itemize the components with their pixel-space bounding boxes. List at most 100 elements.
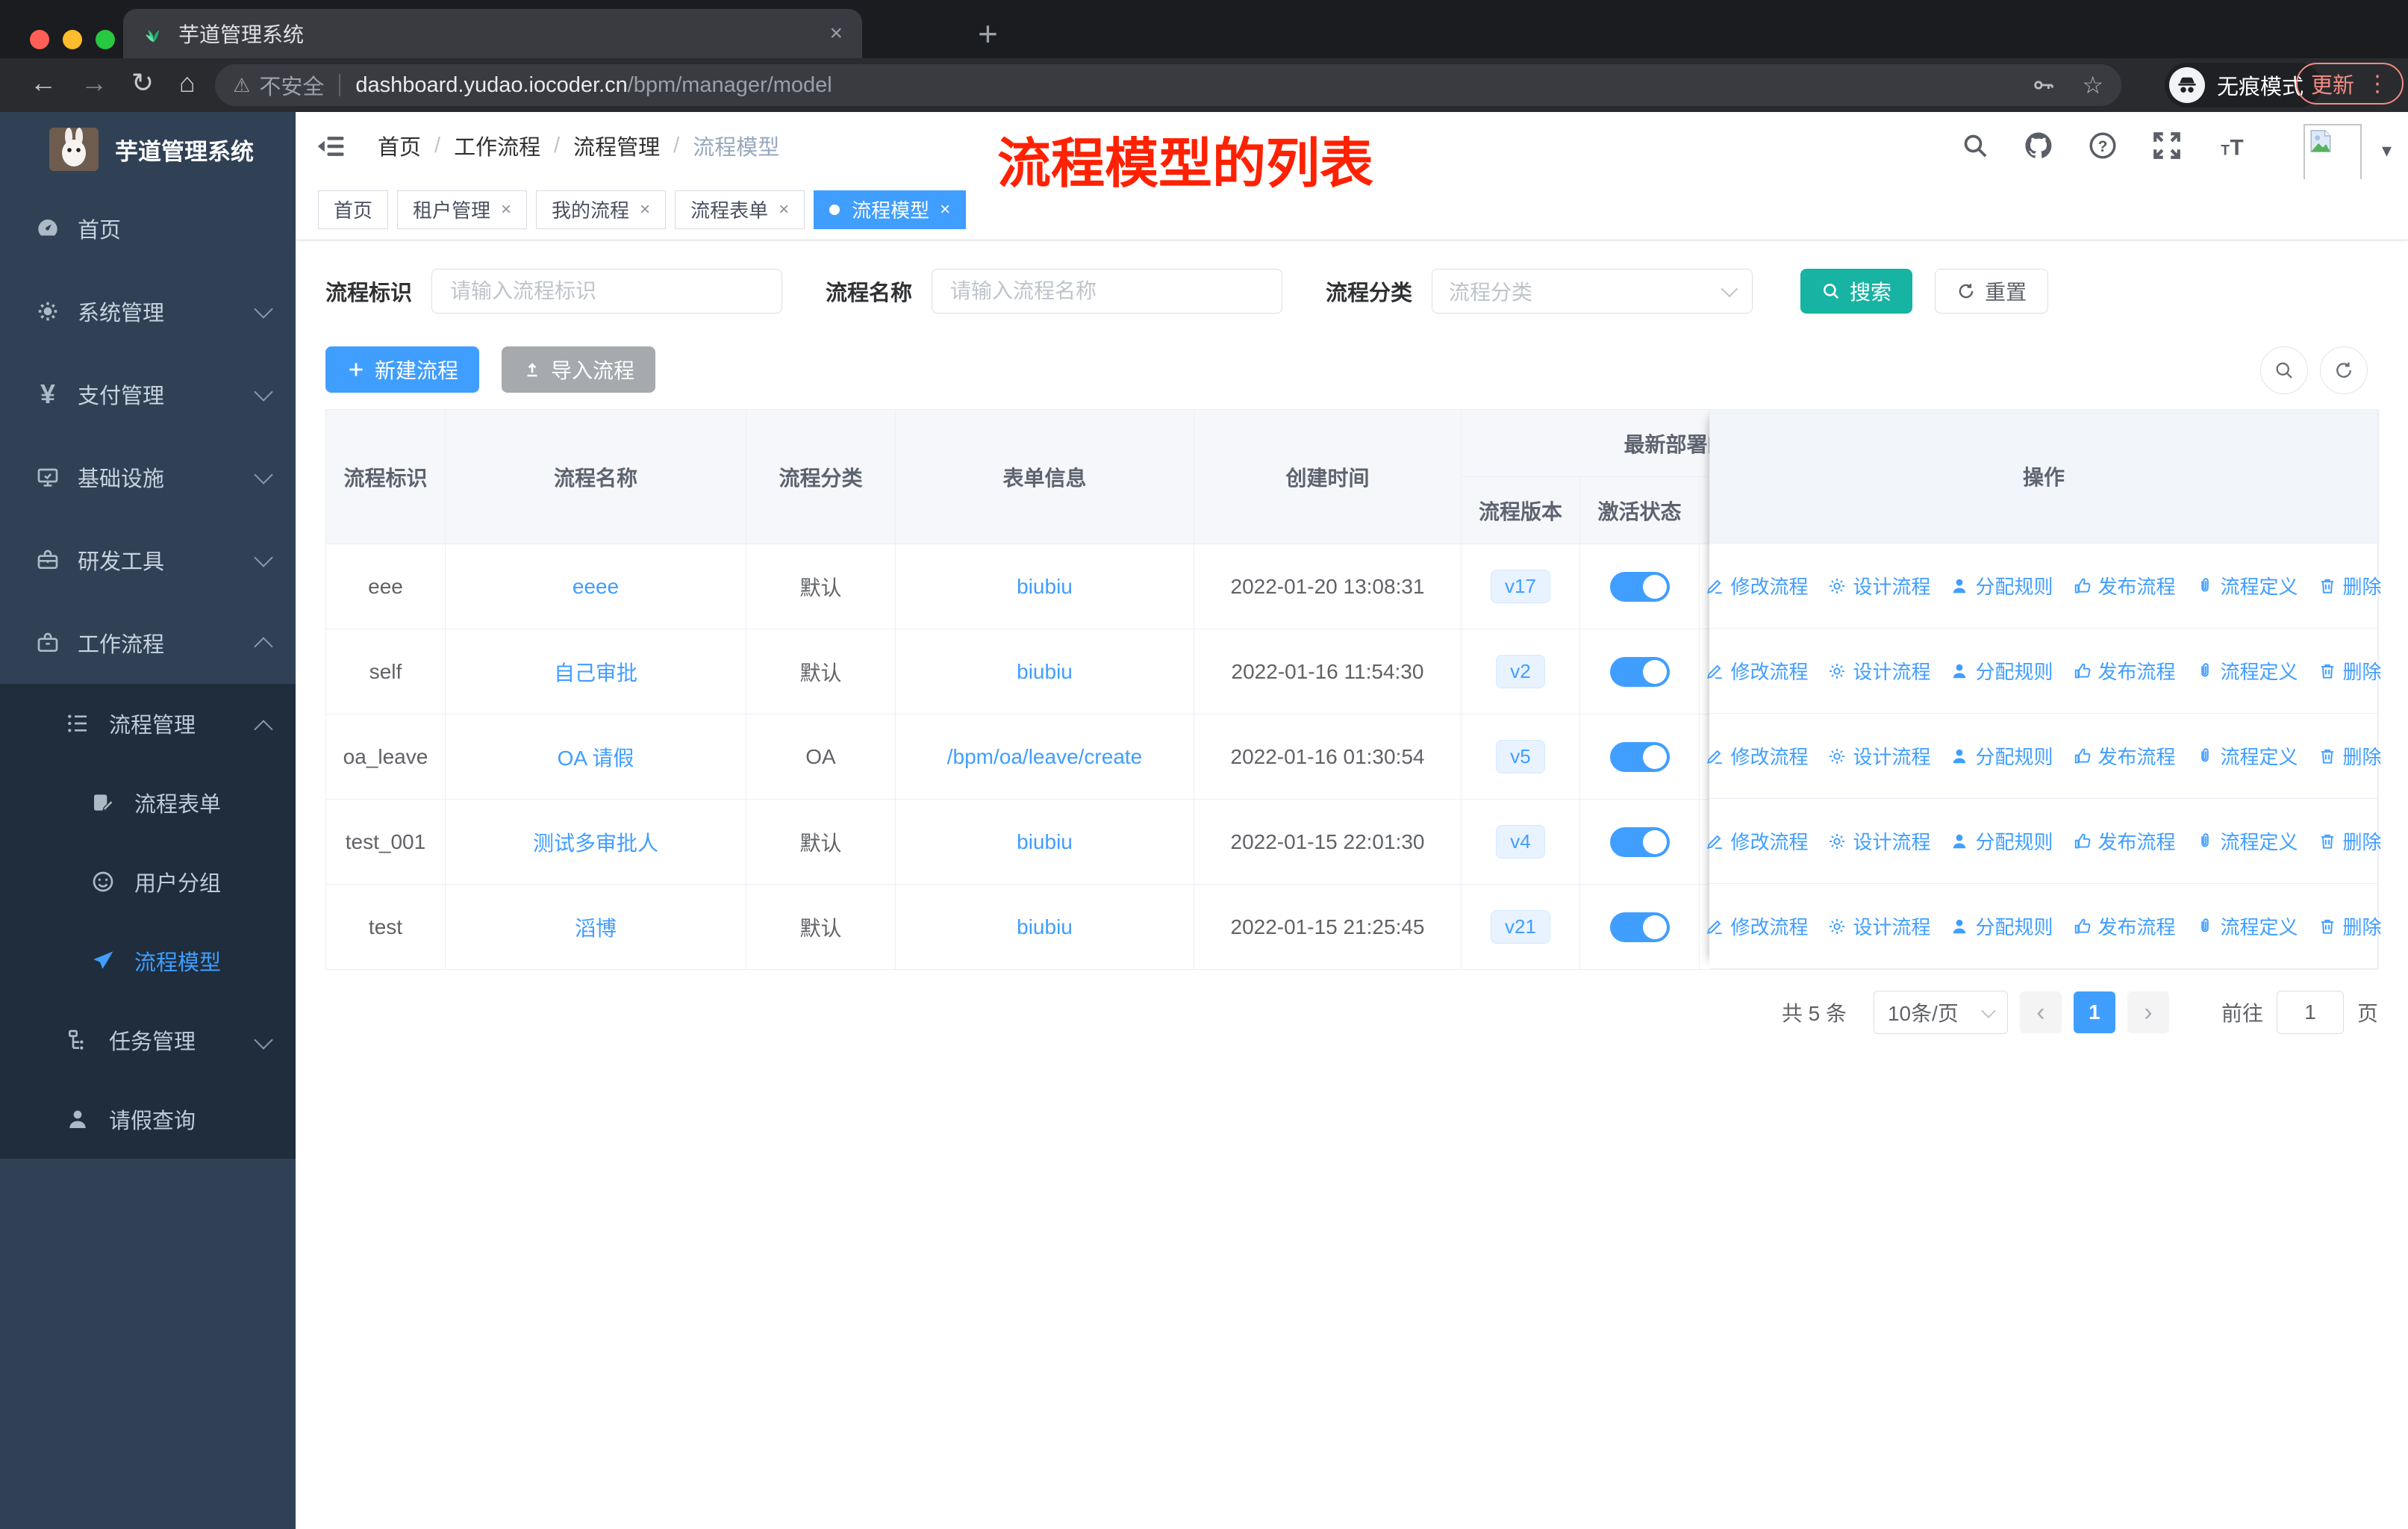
tag-home[interactable]: 首页	[318, 190, 389, 229]
modify-process-link[interactable]: 修改流程	[1705, 572, 1808, 600]
delete-link[interactable]: 删除	[2318, 827, 2382, 855]
modify-process-link[interactable]: 修改流程	[1705, 657, 1808, 685]
tag-process-model[interactable]: 流程模型 ×	[814, 190, 967, 229]
not-secure-label[interactable]: 不安全	[259, 69, 324, 101]
active-toggle[interactable]	[1609, 571, 1670, 602]
breadcrumb-workflow[interactable]: 工作流程	[454, 130, 540, 161]
sidebar-item-process-form[interactable]: 流程表单	[0, 763, 296, 842]
tag-close-icon[interactable]: ×	[940, 199, 950, 220]
search-button[interactable]: 搜索	[1800, 269, 1913, 314]
cell-name-link[interactable]: OA 请假	[558, 742, 634, 772]
url-bar[interactable]: ⚠ 不安全 dashboard.yudao.iocoder.cn/bpm/man…	[215, 64, 2121, 106]
home-icon[interactable]: ⌂	[179, 67, 196, 99]
assign-rule-link[interactable]: 分配规则	[1950, 827, 2053, 855]
forward-icon[interactable]: →	[81, 67, 107, 99]
cell-form-link[interactable]: biubiu	[1017, 830, 1073, 854]
tag-close-icon[interactable]: ×	[640, 199, 650, 220]
process-definition-link[interactable]: 流程定义	[2195, 572, 2298, 600]
design-process-link[interactable]: 设计流程	[1827, 827, 1930, 855]
import-process-button[interactable]: 导入流程	[502, 346, 656, 393]
sidebar-fold-icon[interactable]	[315, 130, 348, 163]
delete-link[interactable]: 删除	[2318, 742, 2382, 770]
sidebar-item-home[interactable]: 首页	[0, 187, 296, 270]
publish-process-link[interactable]: 发布流程	[2073, 742, 2176, 770]
sidebar-item-task-mgmt[interactable]: 任务管理	[0, 1000, 296, 1080]
delete-link[interactable]: 删除	[2318, 572, 2382, 600]
cell-form-link[interactable]: biubiu	[1017, 660, 1073, 684]
sidebar-item-infra[interactable]: 基础设施	[0, 435, 296, 518]
traffic-zoom-button[interactable]	[96, 30, 115, 49]
sidebar-item-user-group[interactable]: 用户分组	[0, 842, 296, 921]
create-process-button[interactable]: 新建流程	[325, 346, 480, 393]
modify-process-link[interactable]: 修改流程	[1705, 827, 1808, 855]
bookmark-star-icon[interactable]: ☆	[2082, 71, 2103, 99]
update-button[interactable]: 更新 ⋮	[2296, 63, 2404, 105]
search-icon[interactable]	[1960, 131, 1990, 161]
publish-process-link[interactable]: 发布流程	[2073, 912, 2176, 940]
design-process-link[interactable]: 设计流程	[1827, 657, 1930, 685]
design-process-link[interactable]: 设计流程	[1827, 912, 1930, 940]
cell-form-link[interactable]: biubiu	[1017, 575, 1073, 599]
fullscreen-icon[interactable]	[2151, 130, 2183, 161]
tag-process-form[interactable]: 流程表单 ×	[675, 190, 805, 229]
process-definition-link[interactable]: 流程定义	[2195, 912, 2298, 940]
update-label[interactable]: 更新	[2311, 68, 2354, 99]
prev-page-button[interactable]: ‹	[2019, 991, 2062, 1033]
publish-process-link[interactable]: 发布流程	[2073, 827, 2176, 855]
sidebar-item-process-mgmt[interactable]: 流程管理	[0, 684, 296, 763]
breadcrumb-home[interactable]: 首页	[378, 130, 421, 161]
tag-close-icon[interactable]: ×	[779, 199, 789, 220]
breadcrumb-process-mgmt[interactable]: 流程管理	[573, 130, 660, 161]
publish-process-link[interactable]: 发布流程	[2073, 657, 2176, 685]
tag-my-process[interactable]: 我的流程 ×	[536, 190, 667, 229]
sidebar-logo[interactable]: 芋道管理系统	[0, 112, 296, 187]
cell-name-link[interactable]: eeee	[573, 575, 619, 599]
github-icon[interactable]	[2023, 130, 2054, 161]
reload-icon[interactable]: ↻	[131, 67, 154, 99]
assign-rule-link[interactable]: 分配规则	[1950, 657, 2053, 685]
assign-rule-link[interactable]: 分配规则	[1950, 912, 2053, 940]
next-page-button[interactable]: ›	[2127, 991, 2169, 1033]
cell-form-link[interactable]: biubiu	[1017, 915, 1073, 939]
process-name-input[interactable]	[932, 269, 1283, 314]
cell-form-link[interactable]: /bpm/oa/leave/create	[947, 745, 1143, 769]
current-page-button[interactable]: 1	[2073, 991, 2115, 1033]
modify-process-link[interactable]: 修改流程	[1705, 912, 1808, 940]
tab-close-icon[interactable]: ×	[829, 21, 843, 46]
publish-process-link[interactable]: 发布流程	[2073, 572, 2176, 600]
sidebar-item-system[interactable]: 系统管理	[0, 270, 296, 352]
help-icon[interactable]: ?	[2087, 130, 2118, 161]
cell-name-link[interactable]: 测试多审批人	[533, 827, 658, 857]
sidebar-item-devtools[interactable]: 研发工具	[0, 518, 296, 601]
category-select[interactable]: 流程分类	[1432, 269, 1753, 314]
design-process-link[interactable]: 设计流程	[1827, 572, 1930, 600]
avatar-caret-icon[interactable]: ▾	[2382, 139, 2392, 162]
browser-tab[interactable]: 芋道管理系统 ×	[123, 9, 862, 58]
reset-button[interactable]: 重置	[1935, 269, 2049, 314]
font-size-icon[interactable]: TT	[2215, 130, 2250, 161]
sidebar-item-workflow[interactable]: 工作流程	[0, 601, 296, 684]
avatar[interactable]	[2303, 124, 2362, 184]
page-size-select[interactable]: 10条/页	[1873, 991, 2008, 1034]
active-toggle[interactable]	[1609, 912, 1670, 942]
process-definition-link[interactable]: 流程定义	[2195, 827, 2298, 855]
delete-link[interactable]: 删除	[2318, 912, 2382, 940]
cell-name-link[interactable]: 滔博	[575, 912, 617, 942]
sidebar-item-payment[interactable]: ¥ 支付管理	[0, 352, 296, 435]
active-toggle[interactable]	[1609, 826, 1670, 857]
toggle-search-button[interactable]	[2260, 346, 2308, 394]
key-icon[interactable]	[2031, 72, 2056, 98]
new-tab-button[interactable]: +	[978, 13, 998, 54]
process-definition-link[interactable]: 流程定义	[2195, 657, 2298, 685]
refresh-table-button[interactable]	[2320, 346, 2368, 394]
traffic-minimize-button[interactable]	[63, 30, 82, 49]
tag-tenant[interactable]: 租户管理 ×	[397, 190, 528, 229]
process-id-input[interactable]	[431, 269, 783, 314]
browser-menu-icon[interactable]: ⋮	[2366, 71, 2389, 97]
cell-name-link[interactable]: 自己审批	[554, 657, 637, 687]
process-definition-link[interactable]: 流程定义	[2195, 742, 2298, 770]
design-process-link[interactable]: 设计流程	[1827, 742, 1930, 770]
delete-link[interactable]: 删除	[2318, 657, 2382, 685]
active-toggle[interactable]	[1609, 656, 1670, 687]
sidebar-item-process-model[interactable]: 流程模型	[0, 921, 296, 1000]
